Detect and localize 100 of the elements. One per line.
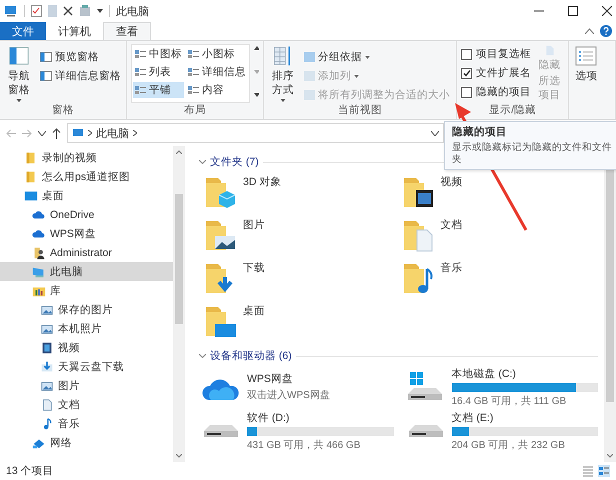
- folder-tile[interactable]: 下载: [203, 257, 400, 300]
- drive-name[interactable]: 本地磁盘 (C:): [452, 366, 598, 380]
- group-label: 布局: [183, 103, 207, 117]
- window-title: 此电脑: [116, 4, 149, 18]
- section-header[interactable]: 设备和驱动器 (6): [210, 349, 292, 363]
- sidebar-item[interactable]: 保存的图片: [0, 300, 173, 319]
- sidebar-item[interactable]: 天翼云盘下载: [0, 357, 173, 376]
- chevron-icon: [133, 130, 137, 136]
- computer-icon: [72, 128, 84, 138]
- checkbox[interactable]: 文件扩展名: [461, 65, 531, 81]
- pane-toggle-button[interactable]: 详细信息窗格: [38, 68, 122, 84]
- sidebar-item[interactable]: 此电脑: [0, 262, 173, 281]
- person-icon: [32, 246, 46, 260]
- drive-icon: [408, 424, 444, 438]
- options-button[interactable]: 选项: [573, 44, 600, 117]
- computer-icon: [4, 5, 18, 17]
- sidebar-item[interactable]: 怎么用ps通道抠图: [0, 167, 173, 186]
- close-icon[interactable]: [63, 6, 73, 16]
- sidebar-item[interactable]: 视频: [0, 338, 173, 357]
- caret-icon[interactable]: [97, 9, 103, 13]
- view-icon: [188, 85, 199, 95]
- scroll-down-icon[interactable]: [607, 454, 613, 458]
- dropdown-icon[interactable]: [431, 130, 439, 136]
- sidebar-item[interactable]: 文档: [0, 395, 173, 414]
- tooltip-title: 隐藏的项目: [452, 125, 508, 139]
- layout-option[interactable]: 详细信息: [186, 64, 248, 80]
- drive-name[interactable]: 文档 (E:): [452, 410, 598, 424]
- ribbon-tab[interactable]: 计算机: [46, 22, 103, 40]
- folder-icon: [203, 175, 237, 209]
- view-command[interactable]: 分组依据: [302, 49, 452, 65]
- sidebar-item[interactable]: 图片: [0, 376, 173, 395]
- item-count: 13 个项目: [6, 464, 54, 478]
- scroll-up-icon[interactable]: [176, 150, 182, 154]
- options-icon: [575, 45, 598, 67]
- properties-icon[interactable]: [31, 5, 42, 17]
- sidebar-item[interactable]: 网络: [0, 433, 173, 452]
- section-header[interactable]: 文件夹 (7): [210, 155, 259, 169]
- collapse-ribbon-icon[interactable]: [585, 28, 594, 34]
- layout-option[interactable]: 中图标: [133, 46, 184, 62]
- folder-tile[interactable]: 音乐: [400, 257, 598, 300]
- sidebar-item[interactable]: 音乐: [0, 414, 173, 433]
- folder-icon: [203, 304, 237, 338]
- up-icon[interactable]: [52, 128, 61, 138]
- sidebar-item[interactable]: 本机照片: [0, 319, 173, 338]
- folder-tile[interactable]: 桌面: [203, 300, 400, 343]
- sort-button[interactable]: 排序方式: [268, 44, 298, 103]
- monitor-icon: [24, 188, 38, 202]
- help-icon[interactable]: [600, 25, 612, 37]
- drive-icon: [203, 424, 239, 438]
- view-icon: [188, 67, 199, 77]
- pane-toggle-button[interactable]: 预览窗格: [38, 49, 122, 65]
- folder-tile[interactable]: 文档: [400, 214, 598, 257]
- expand-icon[interactable]: [254, 93, 259, 97]
- download-icon: [40, 360, 54, 374]
- folder-tile[interactable]: 视频: [400, 171, 598, 214]
- scrollbar[interactable]: [173, 146, 185, 462]
- tiles-view-icon[interactable]: [598, 465, 610, 477]
- collapse-icon[interactable]: [199, 354, 206, 358]
- group-label: 当前视图: [337, 103, 383, 117]
- layout-option[interactable]: 内容: [186, 82, 248, 98]
- layout-option[interactable]: 平铺: [133, 82, 184, 98]
- maximize-icon[interactable]: [568, 6, 578, 16]
- recent-locations-icon[interactable]: [38, 130, 46, 136]
- breadcrumb[interactable]: 此电脑: [96, 126, 129, 140]
- view-icon: [135, 49, 146, 59]
- caret-icon: [16, 98, 22, 102]
- navigation-pane-button[interactable]: 导航窗格: [4, 44, 34, 103]
- capacity-text: 431 GB 可用，共 466 GB: [247, 438, 362, 452]
- sidebar-item[interactable]: Administrator: [0, 243, 173, 262]
- sidebar-item[interactable]: 库: [0, 281, 173, 300]
- sidebar-item[interactable]: 桌面: [0, 186, 173, 205]
- scroll-down-icon[interactable]: [176, 454, 182, 458]
- drive-name[interactable]: 软件 (D:): [247, 410, 394, 424]
- address-bar[interactable]: 此电脑: [67, 123, 444, 143]
- layout-option[interactable]: 小图标: [186, 46, 248, 62]
- folder-tile[interactable]: 图片: [203, 214, 400, 257]
- scroll-up-icon[interactable]: [254, 46, 259, 50]
- capacity-text: 204 GB 可用，共 232 GB: [452, 438, 566, 452]
- file-menu-tab[interactable]: 文件: [0, 22, 46, 40]
- details-view-icon[interactable]: [582, 465, 594, 477]
- collapse-icon[interactable]: [199, 160, 206, 164]
- capacity-text: 16.4 GB 可用，共 111 GB: [452, 394, 568, 408]
- ribbon-tab[interactable]: 查看: [103, 22, 151, 40]
- caret-icon: [354, 74, 359, 78]
- sidebar-item[interactable]: WPS网盘: [0, 224, 173, 243]
- sidebar-item[interactable]: OneDrive: [0, 205, 173, 224]
- close-icon[interactable]: [602, 6, 612, 16]
- drive-name[interactable]: WPS网盘: [247, 372, 394, 386]
- drive-icon[interactable]: [79, 5, 91, 17]
- layout-option[interactable]: 列表: [133, 64, 184, 80]
- sidebar-item[interactable]: 录制的视频: [0, 148, 173, 167]
- checkbox[interactable]: 项目复选框: [461, 46, 531, 62]
- document-icon: [40, 398, 54, 412]
- view-icon: [188, 49, 199, 59]
- group-label: 显示/隐藏: [488, 103, 538, 117]
- film-icon: [40, 340, 54, 354]
- caret-icon: [365, 56, 370, 58]
- checkbox[interactable]: 隐藏的项目: [461, 84, 531, 100]
- folder-tile[interactable]: 3D 对象: [203, 171, 400, 214]
- view-icon: [135, 85, 146, 95]
